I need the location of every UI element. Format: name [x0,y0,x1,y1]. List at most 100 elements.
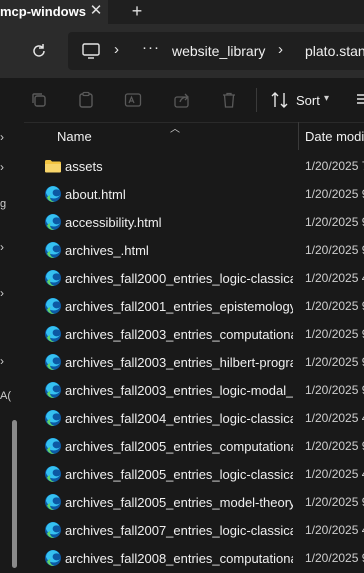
share-icon[interactable] [173,91,191,109]
copy-icon[interactable] [30,91,48,109]
file-date-modified: 1/20/2025 9 [305,383,364,397]
edge-html-file-icon [45,354,61,370]
column-header: ︿ Name Date modif [24,122,364,150]
file-row[interactable]: archives_fall2005_entries_logic-classica… [24,460,364,488]
edge-html-file-icon [45,382,61,398]
edge-html-file-icon [45,410,61,426]
nav-item-fragment[interactable]: g [0,198,6,210]
file-row[interactable]: archives_fall2000_entries_logic-classica… [24,264,364,292]
column-header-date[interactable]: Date modif [305,129,364,144]
file-date-modified: 1/20/2025 9 [305,327,364,341]
file-date-modified: 1/20/2025 7 [305,159,364,173]
breadcrumb-overflow-button[interactable]: ··· [142,39,160,56]
sort-icon[interactable] [270,91,290,109]
file-row[interactable]: archives_fall2003_entries_logic-modal_.h… [24,376,364,404]
file-row[interactable]: archives_fall2004_entries_logic-classica… [24,404,364,432]
file-row[interactable]: accessibility.html 1/20/2025 9 [24,208,364,236]
edge-html-file-icon [45,550,61,566]
file-name: archives_fall2005_entries_model-theory_.… [65,495,293,510]
chevron-right-icon[interactable]: › [0,354,4,368]
sort-ascending-icon: ︿ [170,124,180,135]
file-list: assets 1/20/2025 7 about.html 1/20/2025 9 ac… [24,152,364,573]
column-header-name[interactable]: Name [57,129,92,144]
file-name: archives_fall2004_entries_logic-classica… [65,411,293,426]
file-row[interactable]: archives_fall2005_entries_computational-… [24,432,364,460]
rename-icon[interactable] [124,91,142,109]
file-name: archives_fall2000_entries_logic-classica… [65,271,293,286]
edge-html-file-icon [45,438,61,454]
file-date-modified: 1/20/2025 9 [305,439,364,453]
chevron-down-icon[interactable]: ▾ [324,93,329,104]
file-name: archives_fall2001_entries_epistemology-b… [65,299,293,314]
column-divider[interactable] [298,122,299,150]
file-name: accessibility.html [65,215,162,230]
file-row[interactable]: archives_fall2001_entries_epistemology-b… [24,292,364,320]
file-date-modified: 1/20/2025 9 [305,355,364,369]
file-name: archives_fall2007_entries_logic-classica… [65,523,293,538]
new-tab-button[interactable]: + [128,2,146,20]
chevron-right-icon[interactable]: › [0,160,4,174]
refresh-icon[interactable] [30,42,48,60]
edge-html-file-icon [45,326,61,342]
folder-icon [45,160,61,173]
breadcrumb-separator-icon: › [114,41,119,58]
edge-html-file-icon [45,466,61,482]
chevron-right-icon[interactable]: › [0,286,4,300]
file-name: archives_.html [65,243,149,258]
edge-html-file-icon [45,270,61,286]
tab-title: mcp-windows [0,4,86,19]
breadcrumb-separator-icon: › [278,41,283,58]
file-date-modified: 1/20/2025 9 [305,299,364,313]
file-name: archives_fall2005_entries_computational-… [65,439,293,454]
chevron-right-icon[interactable]: › [0,240,4,254]
file-explorer-window: mcp-windows ✕ + › ··· website_library › … [0,0,364,573]
file-name: assets [65,159,103,174]
edge-html-file-icon [45,494,61,510]
file-row[interactable]: about.html 1/20/2025 9 [24,180,364,208]
toolbar-divider [256,88,257,112]
file-row[interactable]: archives_fall2007_entries_logic-classica… [24,516,364,544]
command-bar: Sort ▾ [0,78,364,123]
file-date-modified: 1/20/2025 4 [305,467,364,481]
file-date-modified: 1/20/2025 9 [305,187,364,201]
address-bar[interactable]: › ··· website_library › plato.stan [68,32,364,70]
navigation-pane: › › g › › › A( [0,122,24,573]
tab-mcp-windows[interactable]: mcp-windows ✕ [0,0,108,24]
file-row[interactable]: archives_fall2008_entries_computational-… [24,544,364,572]
view-options-icon[interactable] [357,93,364,105]
file-row[interactable]: assets 1/20/2025 7 [24,152,364,180]
file-date-modified: 1/20/2025 4 [305,411,364,425]
file-date-modified: 1/20/2025 9 [305,243,364,257]
sort-button[interactable]: Sort [296,93,320,108]
address-row: › ··· website_library › plato.stan [0,24,364,78]
edge-html-file-icon [45,242,61,258]
edge-html-file-icon [45,186,61,202]
file-date-modified: 1/20/2025 9 [305,551,364,565]
file-row[interactable]: archives_fall2003_entries_hilbert-progra… [24,348,364,376]
file-date-modified: 1/20/2025 4 [305,271,364,285]
file-date-modified: 1/20/2025 4 [305,523,364,537]
file-row[interactable]: archives_fall2005_entries_model-theory_.… [24,488,364,516]
edge-html-file-icon [45,522,61,538]
breadcrumb-plato-stan[interactable]: plato.stan [305,43,364,59]
file-row[interactable]: archives_.html 1/20/2025 9 [24,236,364,264]
close-tab-button[interactable]: ✕ [88,2,104,20]
edge-html-file-icon [45,298,61,314]
file-name: archives_fall2008_entries_computational-… [65,551,293,566]
file-name: about.html [65,187,126,202]
chevron-right-icon[interactable]: › [0,130,4,144]
nav-item-fragment[interactable]: A( [0,390,11,402]
file-name: archives_fall2003_entries_hilbert-progra… [65,355,293,370]
file-row[interactable]: archives_fall2003_entries_computational-… [24,320,364,348]
tab-strip: mcp-windows ✕ + [0,0,364,24]
file-name: archives_fall2003_entries_computational-… [65,327,293,342]
edge-html-file-icon [45,214,61,230]
file-name: archives_fall2003_entries_logic-modal_.h… [65,383,293,398]
paste-icon[interactable] [77,91,95,109]
breadcrumb-website-library[interactable]: website_library [172,43,265,59]
this-pc-icon [82,43,100,59]
file-date-modified: 1/20/2025 9 [305,495,364,509]
file-date-modified: 1/20/2025 9 [305,215,364,229]
delete-icon[interactable] [220,91,238,109]
nav-scrollbar[interactable] [12,420,17,568]
